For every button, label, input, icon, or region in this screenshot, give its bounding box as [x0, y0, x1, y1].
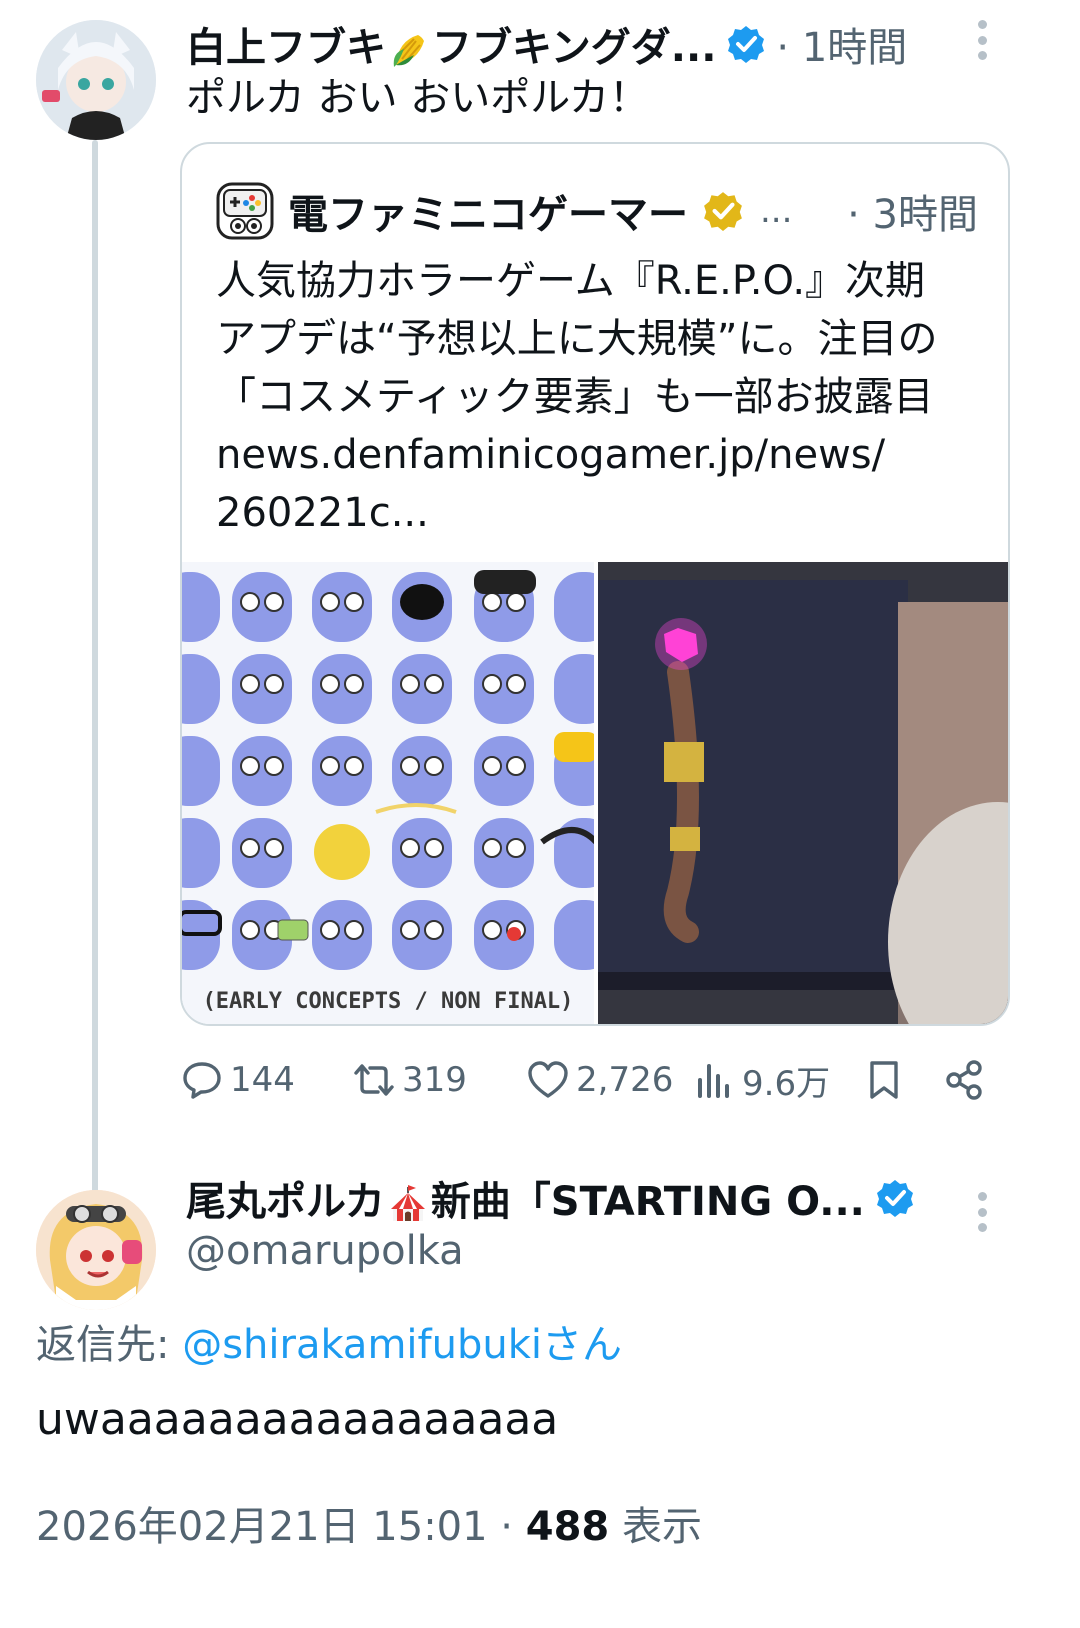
quote-media-grid: (EARLY CONCEPTS / NON FINAL) — [182, 562, 1008, 1024]
post2-name-part-b: 新曲「STARTING O... — [430, 1179, 865, 1225]
verified-badge-icon — [876, 1180, 913, 1217]
post-action-bar: 144 319 2,726 9.6万 — [180, 1052, 1010, 1108]
repost-icon — [354, 1064, 394, 1096]
post2-date[interactable]: 2026年02月21日 15:01 · — [36, 1504, 526, 1550]
quoted-post-card[interactable]: 電ファミニコゲーマー ... · 3時間 人気協力ホラーゲーム『R.E.P.O.… — [180, 142, 1010, 1026]
denfami-logo-avatar[interactable] — [216, 182, 274, 240]
avatar-fubuki[interactable] — [36, 20, 156, 140]
post2-more-options-icon[interactable] — [972, 1182, 992, 1242]
verified-badge-icon — [728, 26, 765, 63]
thread-connector-line — [92, 140, 98, 1200]
staff-render-photo[interactable] — [598, 562, 1008, 1024]
bookmark-icon — [870, 1061, 898, 1099]
post1-more-options-icon[interactable] — [972, 10, 992, 70]
reply-to-line: 返信先: @shirakamifubukiさん — [36, 1312, 622, 1370]
post1-display-name[interactable]: 白上フブキ フブキングダ... — [186, 15, 716, 73]
post1-header: 白上フブキ フブキングダ... · 1時間 — [186, 16, 1046, 72]
post2-name-part-a: 尾丸ポルカ — [186, 1179, 385, 1225]
post1-text: ポルカ おい おいポルカ！ — [186, 75, 650, 121]
views-button[interactable]: 9.6万 — [692, 1052, 830, 1108]
avatar-polka[interactable] — [36, 1190, 156, 1310]
corn-emoji-icon — [393, 35, 424, 67]
post2-display-name[interactable]: 尾丸ポルカ 新曲「STARTING O... — [186, 1169, 865, 1227]
like-icon — [528, 1061, 568, 1098]
quote-truncation-dots: ... — [760, 191, 793, 231]
quote-header: 電ファミニコゲーマー ... · 3時間 — [216, 180, 978, 242]
quote-text-line: 「コスメティック要素」も一部お披露目 — [216, 374, 934, 420]
post1-timestamp[interactable]: · 1時間 — [776, 15, 907, 73]
cosmetics-concept-image[interactable]: (EARLY CONCEPTS / NON FINAL) — [182, 562, 594, 1024]
quote-text-line: 人気協力ホラーゲーム『R.E.P.O.』次期 — [216, 258, 926, 304]
quote-link-line[interactable]: news.denfaminicogamer.jp/news/ — [216, 426, 986, 484]
reply-icon — [183, 1062, 221, 1099]
post2-header: 尾丸ポルカ 新曲「STARTING O... — [186, 1170, 915, 1226]
reply-to-mention-link[interactable]: @shirakamifubukiさん — [182, 1322, 622, 1368]
like-count: 2,726 — [576, 1060, 674, 1100]
post1-name-part-a: 白上フブキ — [186, 25, 386, 71]
quote-link-line[interactable]: 260221c... — [216, 484, 986, 542]
repost-button[interactable]: 319 — [352, 1052, 467, 1108]
verified-gold-badge-icon — [704, 192, 742, 231]
quote-text-line: アプデは“予想以上に大規模”に。注目の — [216, 316, 938, 362]
circus-tent-emoji-icon — [390, 1185, 425, 1221]
post2-text: uwaaaaaaaaaaaaaaaaa — [36, 1394, 559, 1445]
quote-timestamp[interactable]: · 3時間 — [847, 182, 978, 240]
post2-views-label: 表示 — [609, 1504, 702, 1550]
post2-meta: 2026年02月21日 15:01 · 488 表示 — [36, 1494, 702, 1552]
post2-handle[interactable]: @omarupolka — [186, 1228, 464, 1274]
post2-views-count: 488 — [525, 1504, 610, 1550]
views-icon — [698, 1064, 729, 1098]
like-button[interactable]: 2,726 — [526, 1052, 673, 1108]
reply-button[interactable]: 144 — [180, 1052, 295, 1108]
share-button[interactable] — [942, 1052, 992, 1108]
views-count: 9.6万 — [742, 1063, 831, 1104]
reply-count: 144 — [230, 1060, 295, 1100]
post1-name-part-b: フブキングダ... — [432, 25, 717, 71]
share-icon — [946, 1060, 982, 1100]
bookmark-button[interactable] — [862, 1052, 912, 1108]
reply-to-label: 返信先: — [36, 1322, 183, 1368]
repost-count: 319 — [402, 1060, 467, 1100]
quote-display-name[interactable]: 電ファミニコゲーマー — [288, 182, 688, 240]
post-detail-page: 白上フブキ フブキングダ... · 1時間 ポルカ おい おいポルカ！ 電ファミ… — [0, 0, 1080, 1628]
concept-image-caption: (EARLY CONCEPTS / NON FINAL) — [202, 989, 574, 1014]
quote-text: 人気協力ホラーゲーム『R.E.P.O.』次期 アプデは“予想以上に大規模”に。注… — [216, 252, 986, 542]
